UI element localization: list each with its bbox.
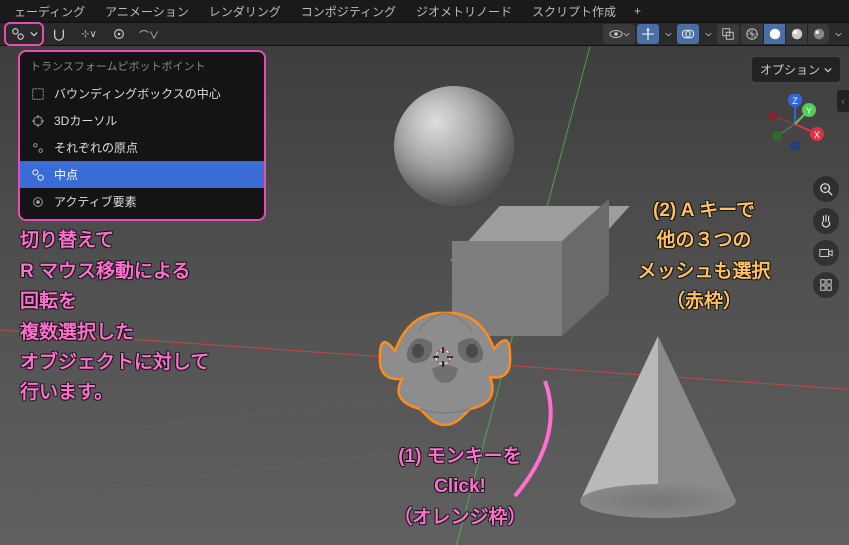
camera-view-button[interactable] — [813, 240, 839, 266]
overlays-options-dropdown[interactable] — [701, 24, 715, 44]
proportional-falloff-dropdown[interactable]: ⌒∨ — [134, 24, 164, 44]
pan-button[interactable] — [813, 208, 839, 234]
annotation-arrow — [495, 376, 575, 506]
active-element-icon — [30, 194, 46, 210]
pivot-item-label: バウンディングボックスの中心 — [54, 85, 221, 102]
snap-mode-dropdown[interactable]: ⊹∨ — [74, 24, 104, 44]
pivot-item-active-element[interactable]: アクティブ要素 — [20, 188, 264, 215]
overlays-toggle[interactable] — [677, 24, 699, 44]
pivot-item-label: それぞれの原点 — [54, 139, 138, 156]
chevron-down-icon — [824, 66, 832, 74]
svg-text:Z: Z — [792, 96, 798, 106]
pivot-menu-title: トランスフォームピボットポイント — [20, 52, 264, 80]
menu-shading[interactable]: ェーディング — [4, 0, 95, 23]
xray-toggle[interactable] — [717, 24, 739, 44]
shading-wireframe[interactable] — [741, 24, 763, 44]
pivot-item-label: 3Dカーソル — [54, 112, 117, 129]
menu-scripting[interactable]: スクリプト作成 — [522, 0, 626, 23]
3d-viewport[interactable]: トランスフォームピボットポイント バウンディングボックスの中心 3Dカーソル そ… — [0, 46, 849, 545]
annotation-right: (2) A キーで 他の３つの メッシュも選択 （赤枠） — [614, 196, 794, 318]
navigation-gizmo[interactable]: X Y Z — [765, 94, 825, 154]
cursor-icon — [30, 113, 46, 129]
proportional-edit-toggle[interactable] — [108, 24, 130, 44]
pivot-item-label: 中点 — [54, 166, 78, 183]
pivot-point-dropdown[interactable] — [4, 22, 44, 46]
options-button[interactable]: オプション — [751, 56, 841, 83]
header-toolbar: ⊹∨ ⌒∨ — [0, 22, 849, 46]
add-workspace-button[interactable]: + — [626, 1, 649, 21]
shading-mode-group — [741, 24, 829, 44]
shading-rendered[interactable] — [807, 24, 829, 44]
chevron-down-icon — [30, 27, 40, 41]
menu-compositing[interactable]: コンポジティング — [291, 0, 406, 23]
gizmo-toggle[interactable] — [637, 24, 659, 44]
pivot-item-label: アクティブ要素 — [54, 193, 137, 210]
options-label: オプション — [760, 61, 820, 78]
snap-toggle[interactable] — [48, 24, 70, 44]
annotation-left: ピボットポイントを 切り替えて R マウス移動による 回転を 複数選択した オブ… — [20, 196, 270, 409]
pivot-icon — [8, 25, 28, 43]
mesh-cone[interactable] — [580, 336, 740, 536]
menu-rendering[interactable]: レンダリング — [199, 0, 291, 23]
shading-solid[interactable] — [763, 24, 785, 44]
pivot-item-individual-origins[interactable]: それぞれの原点 — [20, 134, 264, 161]
median-point-icon — [30, 167, 46, 183]
perspective-toggle-button[interactable] — [813, 272, 839, 298]
zoom-button[interactable] — [813, 176, 839, 202]
mesh-sphere[interactable] — [394, 86, 514, 206]
viewport-side-buttons — [813, 176, 839, 298]
pivot-item-3d-cursor[interactable]: 3Dカーソル — [20, 107, 264, 134]
pivot-item-median-point[interactable]: 中点 — [20, 161, 264, 188]
3d-cursor-icon — [432, 346, 454, 371]
top-menubar: ェーディング アニメーション レンダリング コンポジティング ジオメトリノード … — [0, 0, 849, 22]
individual-origins-icon — [30, 140, 46, 156]
pivot-item-bounding-box[interactable]: バウンディングボックスの中心 — [20, 80, 264, 107]
svg-text:X: X — [814, 130, 820, 140]
n-panel-toggle[interactable]: ‹ — [837, 90, 849, 112]
pivot-point-menu: トランスフォームピボットポイント バウンディングボックスの中心 3Dカーソル そ… — [18, 50, 266, 221]
visibility-dropdown[interactable] — [603, 24, 635, 44]
shading-options-dropdown[interactable] — [831, 24, 845, 44]
shading-material[interactable] — [785, 24, 807, 44]
svg-text:Y: Y — [806, 106, 812, 116]
gizmo-options-dropdown[interactable] — [661, 24, 675, 44]
menu-geometry-nodes[interactable]: ジオメトリノード — [406, 0, 522, 23]
menu-animation[interactable]: アニメーション — [95, 0, 199, 23]
bounding-box-icon — [30, 86, 46, 102]
